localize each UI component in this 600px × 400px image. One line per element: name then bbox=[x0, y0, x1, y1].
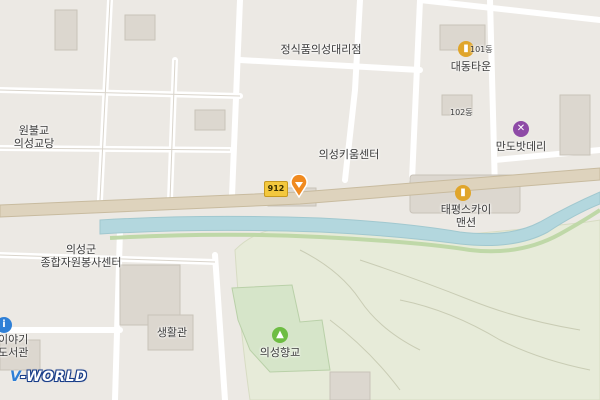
label-wonbul-line1: 원불교 bbox=[18, 124, 50, 137]
label-taepyeong-line2: 맨션 bbox=[455, 216, 477, 229]
label-bldg-102: 102동 bbox=[450, 108, 473, 117]
label-kium-center[interactable]: 의성키움센터 bbox=[319, 148, 380, 161]
label-taepyeong[interactable]: 태평스카이 맨션 bbox=[441, 203, 492, 229]
label-volunteer-line1: 의성군 bbox=[65, 243, 97, 256]
label-daedong-town[interactable]: 대동타운 bbox=[451, 60, 491, 73]
vworld-logo-v: V bbox=[10, 369, 21, 385]
label-volunteer-line2: 종합자원봉사센터 bbox=[40, 256, 122, 269]
location-pin-icon[interactable] bbox=[289, 173, 309, 202]
label-hyanggyo[interactable]: 의성향교 bbox=[260, 346, 300, 359]
tools-icon[interactable]: ✕ bbox=[513, 121, 529, 137]
label-saenghwal[interactable]: 생활관 bbox=[157, 326, 187, 339]
vworld-logo: V-WORLD bbox=[10, 369, 87, 385]
label-restaurant[interactable]: 정식품의성대리점 bbox=[281, 43, 362, 56]
vworld-logo-text: -WORLD bbox=[20, 369, 88, 385]
road-number-badge: 912 bbox=[264, 181, 288, 197]
label-wonbul-line2: 의성교당 bbox=[13, 137, 55, 150]
map-view[interactable]: 912 ▮ ▮ ✕ ▲ i 정식품의성대리점 101동 대동타운 102동 만도… bbox=[0, 0, 600, 400]
label-library-line1: 이야기 bbox=[0, 333, 29, 346]
building-icon[interactable]: ▮ bbox=[455, 185, 471, 201]
label-taepyeong-line1: 태평스카이 bbox=[440, 203, 492, 216]
label-volunteer-center[interactable]: 의성군 종합자원봉사센터 bbox=[41, 243, 122, 269]
label-library-line2: 도서관 bbox=[0, 346, 29, 359]
label-bldg-101: 101동 bbox=[470, 45, 493, 54]
monument-icon[interactable]: ▲ bbox=[272, 327, 288, 343]
label-wonbul[interactable]: 원불교 의성교당 bbox=[14, 124, 54, 150]
label-mando-bar[interactable]: 만도밧데리 bbox=[496, 140, 547, 153]
label-library[interactable]: 이야기 도서관 bbox=[0, 333, 28, 359]
